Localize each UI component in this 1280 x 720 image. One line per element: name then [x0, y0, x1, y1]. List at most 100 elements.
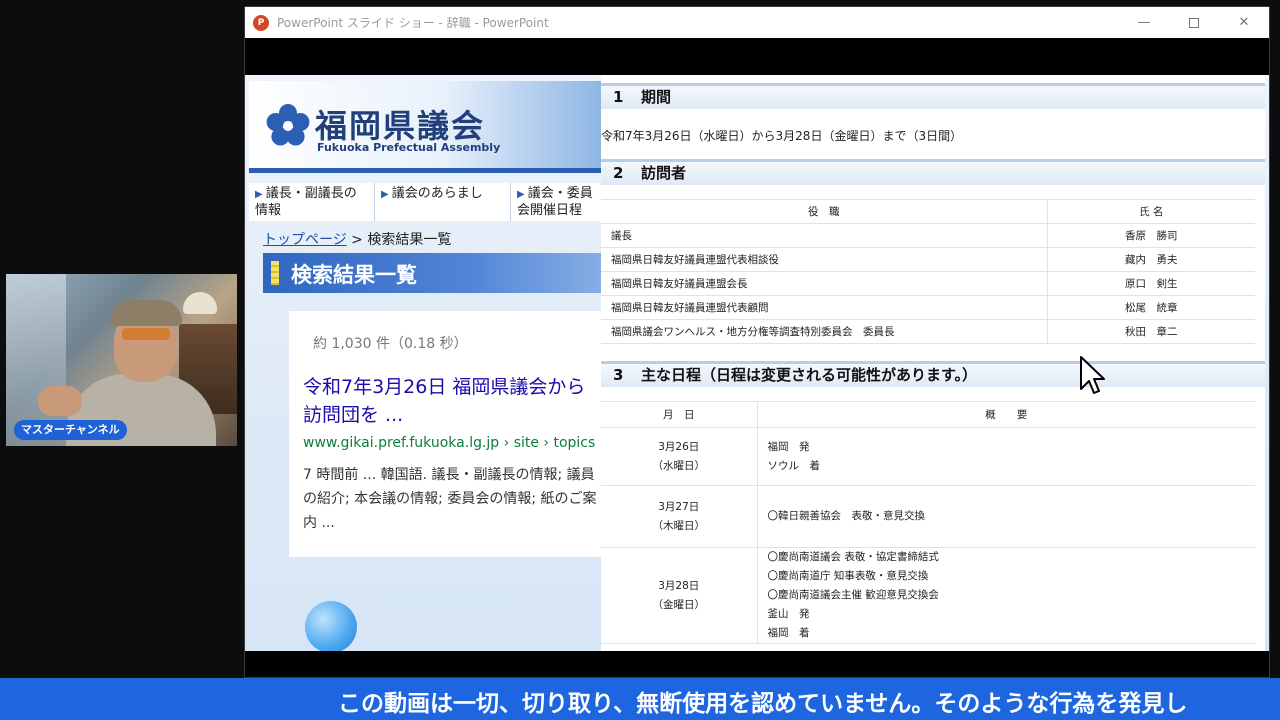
window-title: PowerPoint スライド ショー - 辞職 - PowerPoint: [277, 16, 549, 30]
visitor-name: 香原 勝司: [1047, 223, 1255, 248]
schedule-line: 釜山 発: [767, 608, 810, 620]
webcam-lamp: [183, 292, 217, 314]
channel-badge: マスターチャンネル: [14, 420, 127, 440]
powerpoint-window: P PowerPoint スライド ショー - 辞職 - PowerPoint …: [244, 6, 1270, 678]
breadcrumb-current: 検索結果一覧: [367, 232, 452, 248]
nav-item-overview[interactable]: ▶ 議会のあらまし: [375, 183, 511, 221]
visitors-header-row: 役 職 氏 名: [601, 199, 1255, 224]
visitor-role: 議長: [601, 223, 1048, 248]
schedule-summary: 〇韓日親善協会 表敬・意見交換: [757, 485, 1255, 548]
section-title: 主な日程（日程は変更される可能性があります。）: [641, 366, 978, 384]
breadcrumb: トップページ > 検索結果一覧: [263, 229, 451, 249]
presenter-hand: [38, 386, 82, 416]
maximize-icon: [1189, 17, 1199, 28]
window-controls: — ✕: [1119, 7, 1269, 38]
decorative-bubble: [305, 601, 357, 651]
section-number: 3: [613, 366, 624, 384]
visitor-role: 福岡県日韓友好議員連盟代表顧問: [601, 295, 1048, 320]
visit-document: 1 期間 令和7年3月26日（水曜日）から3月28日（金曜日）まで（3日間） 2訪…: [601, 75, 1265, 651]
table-row: 3月28日 （金曜日） 〇慶尚南道議会 表敬・協定書締結式 〇慶尚南道庁 知事表敬…: [601, 547, 1255, 644]
section-number: 2: [613, 164, 624, 182]
search-result-url[interactable]: www.gikai.pref.fukuoka.lg.jp › site › to…: [303, 435, 595, 451]
site-subtitle: Fukuoka Prefectual Assembly: [317, 141, 501, 154]
schedule-line: 〇慶尚南道議会主催 歓迎意見交換会: [767, 589, 939, 601]
column-header-role: 役 職: [601, 199, 1048, 224]
schedule-date-day: 3月27日: [658, 500, 700, 513]
screen: マスターチャンネル P PowerPoint スライド ショー - 辞職 - P…: [0, 0, 1280, 720]
section-heading-schedule: 3 主な日程（日程は変更される可能性があります。）: [601, 361, 1265, 387]
visitor-role: 福岡県日韓友好議員連盟会長: [601, 271, 1048, 296]
breadcrumb-top-link[interactable]: トップページ: [263, 232, 347, 248]
nav-label: 議会・委員会開催日程: [517, 186, 593, 218]
table-row: 3月26日 （水曜日） 福岡 発ソウル 着: [601, 427, 1255, 486]
schedule-summary: 福岡 発ソウル 着: [757, 427, 1255, 486]
window-titlebar[interactable]: P PowerPoint スライド ショー - 辞職 - PowerPoint …: [245, 7, 1269, 38]
nav-label: 議会のあらまし: [391, 186, 483, 201]
column-header-name: 氏 名: [1047, 199, 1255, 224]
table-row: 議長 香原 勝司: [601, 223, 1255, 248]
site-header: 福岡県議会 Fukuoka Prefectual Assembly: [249, 81, 601, 173]
search-result-panel: 約 1,030 件（0.18 秒） 令和7年3月26日 福岡県議会から訪問団を …: [289, 311, 601, 557]
table-row: 福岡県議会ワンヘルス・地方分権等調査特別委員会 委員長 秋田 章二: [601, 319, 1255, 344]
close-button[interactable]: ✕: [1219, 7, 1269, 38]
visitor-name: 原口 剣生: [1047, 271, 1255, 296]
presenter-glasses: [122, 328, 170, 340]
maximize-button[interactable]: [1169, 7, 1219, 38]
schedule-line: ソウル 着: [767, 459, 821, 472]
nav-arrow-icon: ▶: [517, 189, 525, 200]
period-text: 令和7年3月26日（水曜日）から3月28日（金曜日）まで（3日間）: [601, 129, 963, 143]
nav-arrow-icon: ▶: [255, 189, 263, 200]
powerpoint-app-icon: P: [253, 14, 269, 31]
slide-canvas[interactable]: 福岡県議会 Fukuoka Prefectual Assembly ▶ 議長・副議…: [245, 75, 1269, 651]
section-heading-period: 1 期間: [601, 83, 1265, 109]
schedule-header-row: 月 日 概 要: [601, 401, 1255, 428]
nav-label: 議長・副議長の情報: [255, 186, 357, 218]
mouse-pointer-icon: [1080, 356, 1105, 394]
section-heading-visitors: 2 訪問者: [601, 159, 1265, 185]
search-result-snippet: 7 時間前 ... 韓国語. 議長・副議長の情報; 議員の紹介; 本会議の情報;…: [303, 467, 597, 531]
schedule-table: 月 日 概 要 3月26日 （水曜日） 福岡 発ソウル 着 3月27日 （木曜日） …: [601, 401, 1255, 644]
schedule-date: 3月26日 （水曜日）: [601, 427, 758, 486]
column-header-summary: 概 要: [757, 401, 1255, 428]
visitor-name: 松尾 統章: [1047, 295, 1255, 320]
plum-blossom-logo-icon: [266, 104, 310, 146]
section-number: 1: [613, 88, 624, 106]
schedule-date: 3月27日 （木曜日）: [601, 485, 758, 548]
table-row: 福岡県日韓友好議員連盟代表顧問 松尾 統章: [601, 295, 1255, 320]
heading-bar-icon: [271, 261, 279, 285]
visitor-name: 秋田 章二: [1047, 319, 1255, 344]
minimize-button[interactable]: —: [1119, 7, 1169, 38]
table-row: 3月27日 （木曜日） 〇韓日親善協会 表敬・意見交換: [601, 485, 1255, 548]
visitors-table: 役 職 氏 名 議長 香原 勝司 福岡県日韓友好議員連盟代表相談役 藏内 勇夫 福岡…: [601, 199, 1255, 344]
schedule-line: 福岡 発: [767, 440, 810, 453]
nav-item-chair-info[interactable]: ▶ 議長・副議長の情報: [249, 183, 375, 221]
visitor-name: 藏内 勇夫: [1047, 247, 1255, 272]
warning-ticker-banner: この動画は一切、切り取り、無断使用を認めていません。そのような行為を発見し: [0, 678, 1280, 720]
schedule-line: 福岡 着: [767, 627, 810, 639]
nav-arrow-icon: ▶: [381, 189, 389, 200]
table-row: 福岡県日韓友好議員連盟代表相談役 藏内 勇夫: [601, 247, 1255, 272]
assembly-website-screenshot: 福岡県議会 Fukuoka Prefectual Assembly ▶ 議長・副議…: [245, 75, 601, 651]
schedule-date: 3月28日 （金曜日）: [601, 547, 758, 644]
column-header-date: 月 日: [601, 401, 758, 428]
schedule-date-weekday: （木曜日）: [652, 519, 706, 532]
search-results-heading: 検索結果一覧: [263, 253, 601, 293]
schedule-summary: 〇慶尚南道議会 表敬・協定書締結式 〇慶尚南道庁 知事表敬・意見交換 〇慶尚南道…: [757, 547, 1255, 644]
breadcrumb-separator: >: [346, 232, 368, 248]
result-count: 約 1,030 件（0.18 秒）: [313, 336, 468, 352]
close-icon: ✕: [1238, 15, 1250, 30]
warning-ticker-text: この動画は一切、切り取り、無断使用を認めていません。そのような行為を発見し: [338, 691, 1188, 717]
section-title: 訪問者: [641, 164, 687, 182]
search-results-title: 検索結果一覧: [291, 263, 417, 287]
minimize-icon: —: [1137, 15, 1151, 30]
schedule-line: 〇韓日親善協会 表敬・意見交換: [767, 510, 926, 522]
presenter-cap: [110, 300, 182, 326]
visitor-role: 福岡県日韓友好議員連盟代表相談役: [601, 247, 1048, 272]
visitor-role: 福岡県議会ワンヘルス・地方分権等調査特別委員会 委員長: [601, 319, 1048, 344]
schedule-line: 〇慶尚南道議会 表敬・協定書締結式: [767, 551, 939, 563]
schedule-date-weekday: （水曜日）: [652, 459, 706, 472]
schedule-date-weekday: （金曜日）: [652, 598, 706, 611]
search-result-link[interactable]: 令和7年3月26日 福岡県議会から訪問団を ...: [303, 373, 601, 429]
nav-item-schedule[interactable]: ▶ 議会・委員会開催日程: [511, 183, 601, 221]
webcam-overlay: マスターチャンネル: [6, 274, 237, 446]
